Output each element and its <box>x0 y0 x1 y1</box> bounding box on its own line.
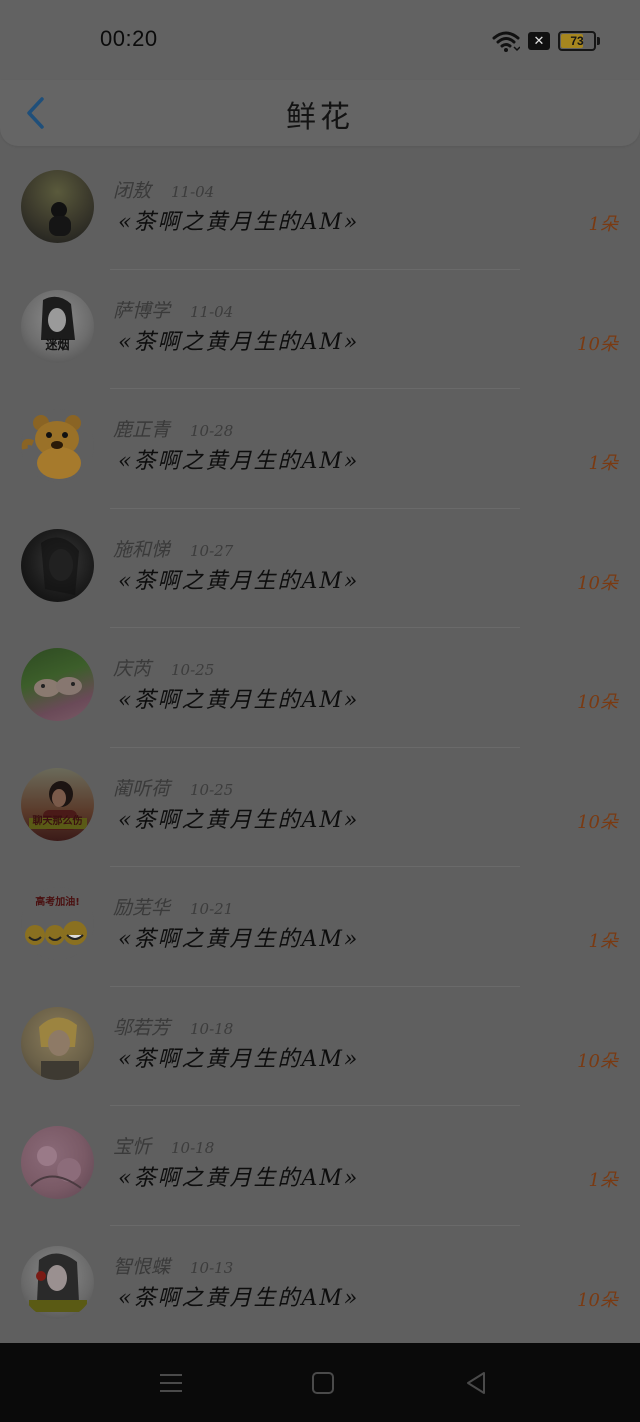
flower-count: 10朵 <box>577 1050 618 1072</box>
status-icons: ✕ 73 <box>492 28 600 54</box>
back-triangle-icon[interactable] <box>462 1369 490 1397</box>
avatar-image <box>30 1146 82 1189</box>
item-date: 10-18 <box>171 1139 215 1157</box>
flower-count: 10朵 <box>577 333 618 355</box>
book-title: «茶啊之黄月生的AM» <box>118 210 360 235</box>
book-title: «茶啊之黄月生的AM» <box>118 568 360 594</box>
avatar: 高考加油! <box>21 887 94 960</box>
book-title: «茶啊之黄月生的AM» <box>118 1166 360 1191</box>
avatar-label: 高考加油! <box>35 897 80 908</box>
item-meta: 智恨蝶 10-13 <box>113 1252 233 1279</box>
avatar-image <box>29 780 87 830</box>
avatar <box>21 648 94 721</box>
system-nav-bar <box>0 1343 640 1422</box>
item-meta: 蔺听荷 10-25 <box>113 774 233 801</box>
item-date: 10-13 <box>190 1258 234 1277</box>
battery-level: 73 <box>570 34 584 48</box>
flower-count: 10朵 <box>577 811 618 833</box>
avatar: 聊天那么伤 <box>21 767 94 841</box>
book-title: «茶啊之黄月生的AM» <box>118 688 360 713</box>
book-title: «茶啊之黄月生的AM» <box>118 449 360 474</box>
item-date: 10-18 <box>190 1019 234 1038</box>
battery-icon: 73 <box>558 31 600 51</box>
avatar <box>21 1006 94 1080</box>
avatar-image <box>39 1016 79 1080</box>
x-box-icon: ✕ <box>528 32 550 50</box>
user-name: 施和悌 <box>113 538 171 561</box>
book-title: «茶啊之黄月生的AM» <box>118 927 360 952</box>
battery-cap <box>597 37 600 45</box>
home-icon[interactable] <box>309 1369 337 1397</box>
avatar-image <box>34 677 82 697</box>
wifi-icon <box>492 31 520 52</box>
user-name: 励芜华 <box>113 897 171 919</box>
item-date: 11-04 <box>171 183 215 201</box>
avatar <box>21 1126 94 1199</box>
item-meta: 宝忻 10-18 <box>113 1132 214 1159</box>
list-item[interactable]: 迷烟 萨博学 11-04 «茶啊之黄月生的AM» 10朵 <box>0 270 640 390</box>
header: 鲜花 <box>0 80 640 146</box>
user-name: 萨博学 <box>113 299 171 322</box>
avatar <box>21 528 94 602</box>
item-meta: 闭敖 11-04 <box>113 176 214 203</box>
avatar-image <box>49 202 71 236</box>
item-date: 11-04 <box>190 302 234 321</box>
list-item[interactable]: 闭敖 11-04 «茶啊之黄月生的AM» 1朵 <box>0 150 640 270</box>
user-name: 鹿正青 <box>113 419 171 441</box>
menu-icon[interactable] <box>157 1369 185 1397</box>
item-date: 10-27 <box>190 541 234 560</box>
avatar-label: 聊天那么伤 <box>32 815 83 827</box>
item-meta: 施和悌 10-27 <box>113 535 233 562</box>
flower-count: 1朵 <box>588 1170 618 1191</box>
item-meta: 萨博学 11-04 <box>113 296 233 323</box>
flower-count: 10朵 <box>577 692 618 713</box>
list-item[interactable]: 聊天那么伤 蔺听荷 10-25 «茶啊之黄月生的AM» 10朵 <box>0 748 640 868</box>
user-name: 智恨蝶 <box>113 1255 171 1278</box>
avatar <box>21 409 94 482</box>
list-item[interactable]: 庆芮 10-25 «茶啊之黄月生的AM» 10朵 <box>0 628 640 748</box>
item-date: 10-25 <box>190 780 234 799</box>
avatar-image <box>41 537 79 595</box>
user-name: 闭敖 <box>113 180 152 202</box>
book-title: «茶啊之黄月生的AM» <box>118 329 360 355</box>
avatar: 迷烟 <box>21 289 94 363</box>
item-meta: 励芜华 10-21 <box>113 893 233 920</box>
flower-count: 1朵 <box>588 453 618 474</box>
list-item[interactable]: 施和悌 10-27 «茶啊之黄月生的AM» 10朵 <box>0 509 640 629</box>
list-item[interactable]: 鹿正青 10-28 «茶啊之黄月生的AM» 1朵 <box>0 389 640 509</box>
flower-count: 10朵 <box>577 1289 618 1311</box>
avatar <box>21 170 94 243</box>
user-name: 宝忻 <box>113 1136 152 1158</box>
item-date: 10-21 <box>190 900 234 918</box>
item-date: 10-25 <box>171 661 215 679</box>
avatar <box>21 1245 94 1319</box>
item-date: 10-28 <box>190 422 234 440</box>
avatar-image <box>29 1252 87 1312</box>
user-name: 庆芮 <box>113 658 152 680</box>
bear-icon <box>21 415 81 479</box>
flower-list: 闭敖 11-04 «茶啊之黄月生的AM» 1朵 迷烟 萨博学 11-04 «茶啊… <box>0 150 640 1345</box>
list-item[interactable]: 宝忻 10-18 «茶啊之黄月生的AM» 1朵 <box>0 1106 640 1226</box>
list-item[interactable]: 高考加油! 励芜华 10-21 «茶啊之黄月生的AM» 1朵 <box>0 867 640 987</box>
user-name: 邬若芳 <box>113 1016 171 1039</box>
item-meta: 庆芮 10-25 <box>113 654 214 681</box>
item-meta: 邬若芳 10-18 <box>113 1013 233 1040</box>
user-name: 蔺听荷 <box>113 777 171 800</box>
flower-count: 1朵 <box>588 931 618 952</box>
book-title: «茶啊之黄月生的AM» <box>118 807 360 833</box>
flower-count: 1朵 <box>588 214 618 235</box>
status-bar: 00:20 ✕ 73 <box>0 0 640 80</box>
list-item[interactable]: 智恨蝶 10-13 «茶啊之黄月生的AM» 10朵 <box>0 1226 640 1346</box>
book-title: «茶啊之黄月生的AM» <box>118 1046 360 1072</box>
list-item[interactable]: 邬若芳 10-18 «茶啊之黄月生的AM» 10朵 <box>0 987 640 1107</box>
book-title: «茶啊之黄月生的AM» <box>118 1285 360 1311</box>
status-time: 00:20 <box>100 26 158 51</box>
item-meta: 鹿正青 10-28 <box>113 415 233 442</box>
page-title: 鲜花 <box>286 100 354 135</box>
avatar-label: 迷烟 <box>45 337 70 352</box>
flower-count: 10朵 <box>577 572 618 594</box>
